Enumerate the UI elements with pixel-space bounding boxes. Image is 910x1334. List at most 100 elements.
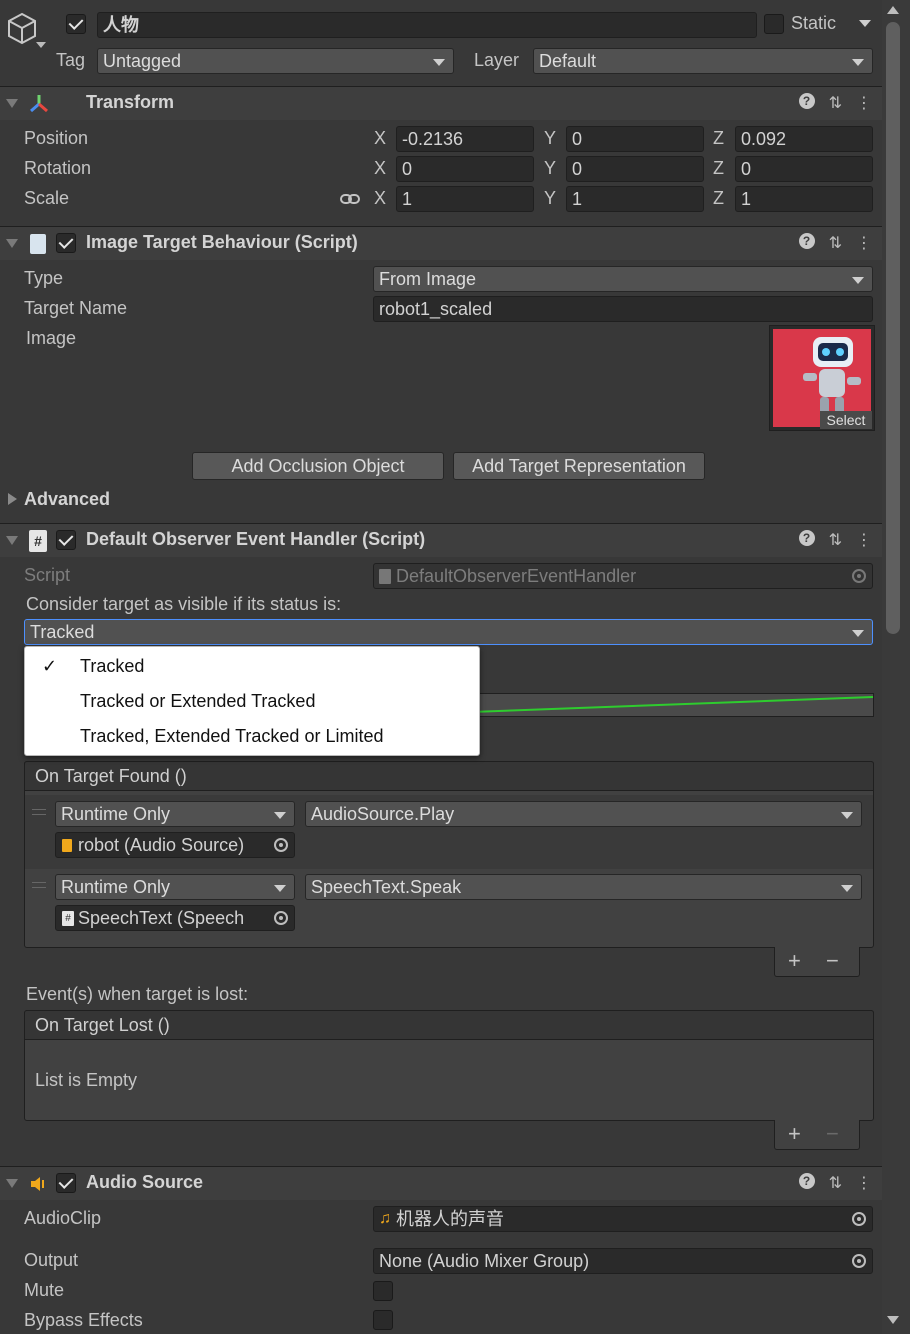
mute-checkbox[interactable] — [373, 1281, 393, 1301]
position-x-input[interactable]: -0.2136 — [396, 126, 534, 152]
position-z-label[interactable]: Z — [713, 128, 724, 149]
audioclip-field[interactable]: ♫ 机器人的声音 — [373, 1206, 873, 1232]
found-add-button[interactable]: + — [788, 948, 801, 974]
transform-header[interactable]: Transform ? ⇅ ⋮ — [0, 86, 882, 120]
foldout-arrow-icon[interactable] — [6, 1179, 18, 1188]
scroll-up-icon[interactable] — [887, 6, 899, 14]
help-icon[interactable]: ? — [798, 1173, 815, 1189]
scale-z-input[interactable]: 1 — [735, 186, 873, 212]
status-value: Tracked — [30, 622, 95, 642]
lost-label: Event(s) when target is lost: — [26, 984, 249, 1004]
help-icon[interactable]: ? — [798, 93, 815, 109]
status-option-extended[interactable]: Tracked or Extended Tracked — [80, 691, 315, 712]
static-dropdown-arrow[interactable] — [859, 20, 871, 27]
rotation-y-label[interactable]: Y — [544, 158, 556, 179]
object-picker-icon[interactable] — [852, 1254, 866, 1268]
gameobject-name-input[interactable]: 人物 — [97, 12, 757, 38]
scrollbar-thumb[interactable] — [886, 22, 900, 634]
chevron-down-icon — [852, 277, 864, 284]
event-1-function-dropdown[interactable]: AudioSource.Play — [305, 801, 862, 827]
drag-handle-icon[interactable] — [32, 882, 46, 888]
position-z-input[interactable]: 0.092 — [735, 126, 873, 152]
status-option-limited[interactable]: Tracked, Extended Tracked or Limited — [80, 726, 383, 747]
event-2-mode-dropdown[interactable]: Runtime Only — [55, 874, 295, 900]
active-checkbox[interactable] — [66, 14, 86, 34]
chevron-down-icon — [433, 59, 445, 66]
event-2-function-dropdown[interactable]: SpeechText.Speak — [305, 874, 862, 900]
curve-field[interactable] — [470, 693, 874, 717]
chevron-down-icon — [852, 630, 864, 637]
rotation-z-label[interactable]: Z — [713, 158, 724, 179]
preset-icon[interactable]: ⇅ — [829, 233, 842, 253]
scale-y-label[interactable]: Y — [544, 188, 556, 209]
static-checkbox[interactable] — [764, 14, 784, 34]
rotation-x-input[interactable]: 0 — [396, 156, 534, 182]
event-2-function: SpeechText.Speak — [311, 877, 462, 897]
object-picker-icon[interactable] — [852, 1212, 866, 1226]
add-representation-button[interactable]: Add Target Representation — [453, 452, 705, 480]
audioclip-value: 机器人的声音 — [396, 1209, 504, 1229]
preset-icon[interactable]: ⇅ — [829, 1173, 842, 1193]
position-y-input[interactable]: 0 — [566, 126, 704, 152]
advanced-foldout-icon[interactable] — [8, 493, 17, 505]
rotation-x-label[interactable]: X — [374, 158, 386, 179]
audio-source-enabled-checkbox[interactable] — [56, 1173, 76, 1193]
foldout-arrow-icon[interactable] — [6, 99, 18, 108]
drag-handle-icon[interactable] — [32, 809, 46, 815]
gameobject-icon[interactable] — [6, 12, 38, 46]
lost-add-button[interactable]: + — [788, 1121, 801, 1147]
component-header-icons: ? ⇅ ⋮ — [798, 233, 872, 253]
image-target-header[interactable]: Image Target Behaviour (Script) ? ⇅ ⋮ — [0, 226, 882, 260]
image-select-button[interactable]: Select — [820, 411, 872, 429]
link-icon[interactable] — [340, 190, 360, 204]
foldout-arrow-icon[interactable] — [6, 239, 18, 248]
scale-z-label[interactable]: Z — [713, 188, 724, 209]
foldout-arrow-icon[interactable] — [6, 536, 18, 545]
event-2-object: SpeechText (Speech — [78, 908, 245, 928]
type-dropdown[interactable]: From Image — [373, 266, 873, 292]
event-2-object-field[interactable]: # SpeechText (Speech — [55, 905, 295, 931]
event-1-mode-dropdown[interactable]: Runtime Only — [55, 801, 295, 827]
lost-list-empty: List is Empty — [35, 1070, 138, 1090]
preset-icon[interactable]: ⇅ — [829, 530, 842, 550]
image-thumbnail[interactable]: Select — [769, 325, 875, 431]
layer-value: Default — [539, 51, 597, 71]
object-picker-icon[interactable] — [852, 569, 866, 583]
rotation-y-input[interactable]: 0 — [566, 156, 704, 182]
bypass-effects-checkbox[interactable] — [373, 1310, 393, 1330]
target-name-input[interactable]: robot1_scaled — [373, 296, 873, 322]
kebab-menu-icon[interactable]: ⋮ — [856, 530, 872, 550]
preset-icon[interactable]: ⇅ — [829, 93, 842, 113]
advanced-foldout-label[interactable]: Advanced — [24, 489, 110, 510]
gameobject-icon-arrow[interactable] — [36, 42, 46, 48]
add-occlusion-button[interactable]: Add Occlusion Object — [192, 452, 444, 480]
audio-source-header[interactable]: Audio Source ? ⇅ ⋮ — [0, 1166, 882, 1200]
help-icon[interactable]: ? — [798, 530, 815, 546]
observer-header[interactable]: # Default Observer Event Handler (Script… — [0, 523, 882, 557]
scroll-down-icon[interactable] — [887, 1316, 899, 1324]
lost-remove-button[interactable]: − — [826, 1121, 839, 1147]
observer-title: Default Observer Event Handler (Script) — [86, 529, 426, 549]
found-remove-button[interactable]: − — [826, 948, 839, 974]
status-dropdown[interactable]: Tracked — [24, 619, 873, 645]
help-icon[interactable]: ? — [798, 233, 815, 249]
rotation-z-input[interactable]: 0 — [735, 156, 873, 182]
position-y-label[interactable]: Y — [544, 128, 556, 149]
output-field[interactable]: None (Audio Mixer Group) — [373, 1248, 873, 1274]
tag-dropdown[interactable]: Untagged — [97, 48, 454, 74]
status-option-tracked[interactable]: Tracked — [80, 656, 144, 677]
component-header-icons: ? ⇅ ⋮ — [798, 93, 872, 113]
kebab-menu-icon[interactable]: ⋮ — [856, 1173, 872, 1193]
scale-y-input[interactable]: 1 — [566, 186, 704, 212]
position-x-label[interactable]: X — [374, 128, 386, 149]
scale-x-label[interactable]: X — [374, 188, 386, 209]
observer-enabled-checkbox[interactable] — [56, 530, 76, 550]
object-picker-icon[interactable] — [274, 838, 288, 852]
kebab-menu-icon[interactable]: ⋮ — [856, 93, 872, 113]
kebab-menu-icon[interactable]: ⋮ — [856, 233, 872, 253]
event-1-object-field[interactable]: robot (Audio Source) — [55, 832, 295, 858]
scale-x-input[interactable]: 1 — [396, 186, 534, 212]
layer-dropdown[interactable]: Default — [533, 48, 873, 74]
image-target-enabled-checkbox[interactable] — [56, 233, 76, 253]
object-picker-icon[interactable] — [274, 911, 288, 925]
